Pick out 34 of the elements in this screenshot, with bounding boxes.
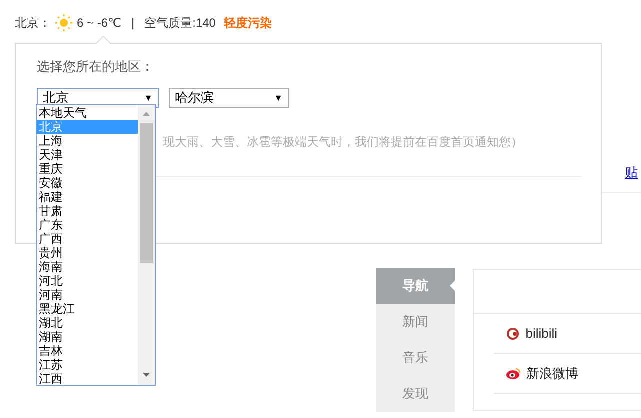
province-option[interactable]: 广东 xyxy=(37,218,138,232)
eye-icon xyxy=(506,368,521,380)
province-option[interactable]: 贵州 xyxy=(37,246,138,260)
province-option[interactable]: 河北 xyxy=(37,274,138,288)
city-label: 北京： xyxy=(15,14,51,32)
province-option[interactable]: 广西 xyxy=(37,232,138,246)
separator: | xyxy=(132,16,135,30)
site-link[interactable]: 新浪微博 xyxy=(526,364,579,382)
air-quality: 空气质量:140 xyxy=(144,14,216,32)
province-option[interactable]: 湖南 xyxy=(37,330,138,344)
temperature: 6 ~ -6℃ xyxy=(77,16,122,30)
scrollbar[interactable] xyxy=(138,105,155,385)
nav-link[interactable]: 贴 xyxy=(625,164,638,182)
rings-icon xyxy=(506,328,520,340)
sun-icon xyxy=(55,14,73,32)
pollution-level: 轻度污染 xyxy=(224,14,272,32)
province-option[interactable]: 湖北 xyxy=(37,316,138,330)
province-option[interactable]: 江西 xyxy=(37,372,138,385)
province-option[interactable]: 江苏 xyxy=(37,358,138,372)
province-option[interactable]: 本地天气 xyxy=(37,106,138,120)
region-label: 选择您所在的地区： xyxy=(37,58,155,76)
notice-text: 现大雨、大雪、冰雹等极端天气时，我们将提前在百度首页通知您） xyxy=(163,134,523,151)
province-option[interactable]: 河南 xyxy=(37,288,138,302)
province-option[interactable]: 黑龙江 xyxy=(37,302,138,316)
city-select[interactable]: 哈尔滨 ▼ xyxy=(169,88,289,108)
province-option[interactable]: 安徽 xyxy=(37,176,138,190)
province-option[interactable]: 上海 xyxy=(37,134,138,148)
province-option[interactable]: 海南 xyxy=(37,260,138,274)
province-option[interactable]: 天津 xyxy=(37,148,138,162)
province-option[interactable]: 甘肃 xyxy=(37,204,138,218)
province-option[interactable]: 重庆 xyxy=(37,162,138,176)
province-option[interactable]: 福建 xyxy=(37,190,138,204)
province-option[interactable]: 吉林 xyxy=(37,344,138,358)
site-link[interactable]: bilibili xyxy=(526,326,558,341)
